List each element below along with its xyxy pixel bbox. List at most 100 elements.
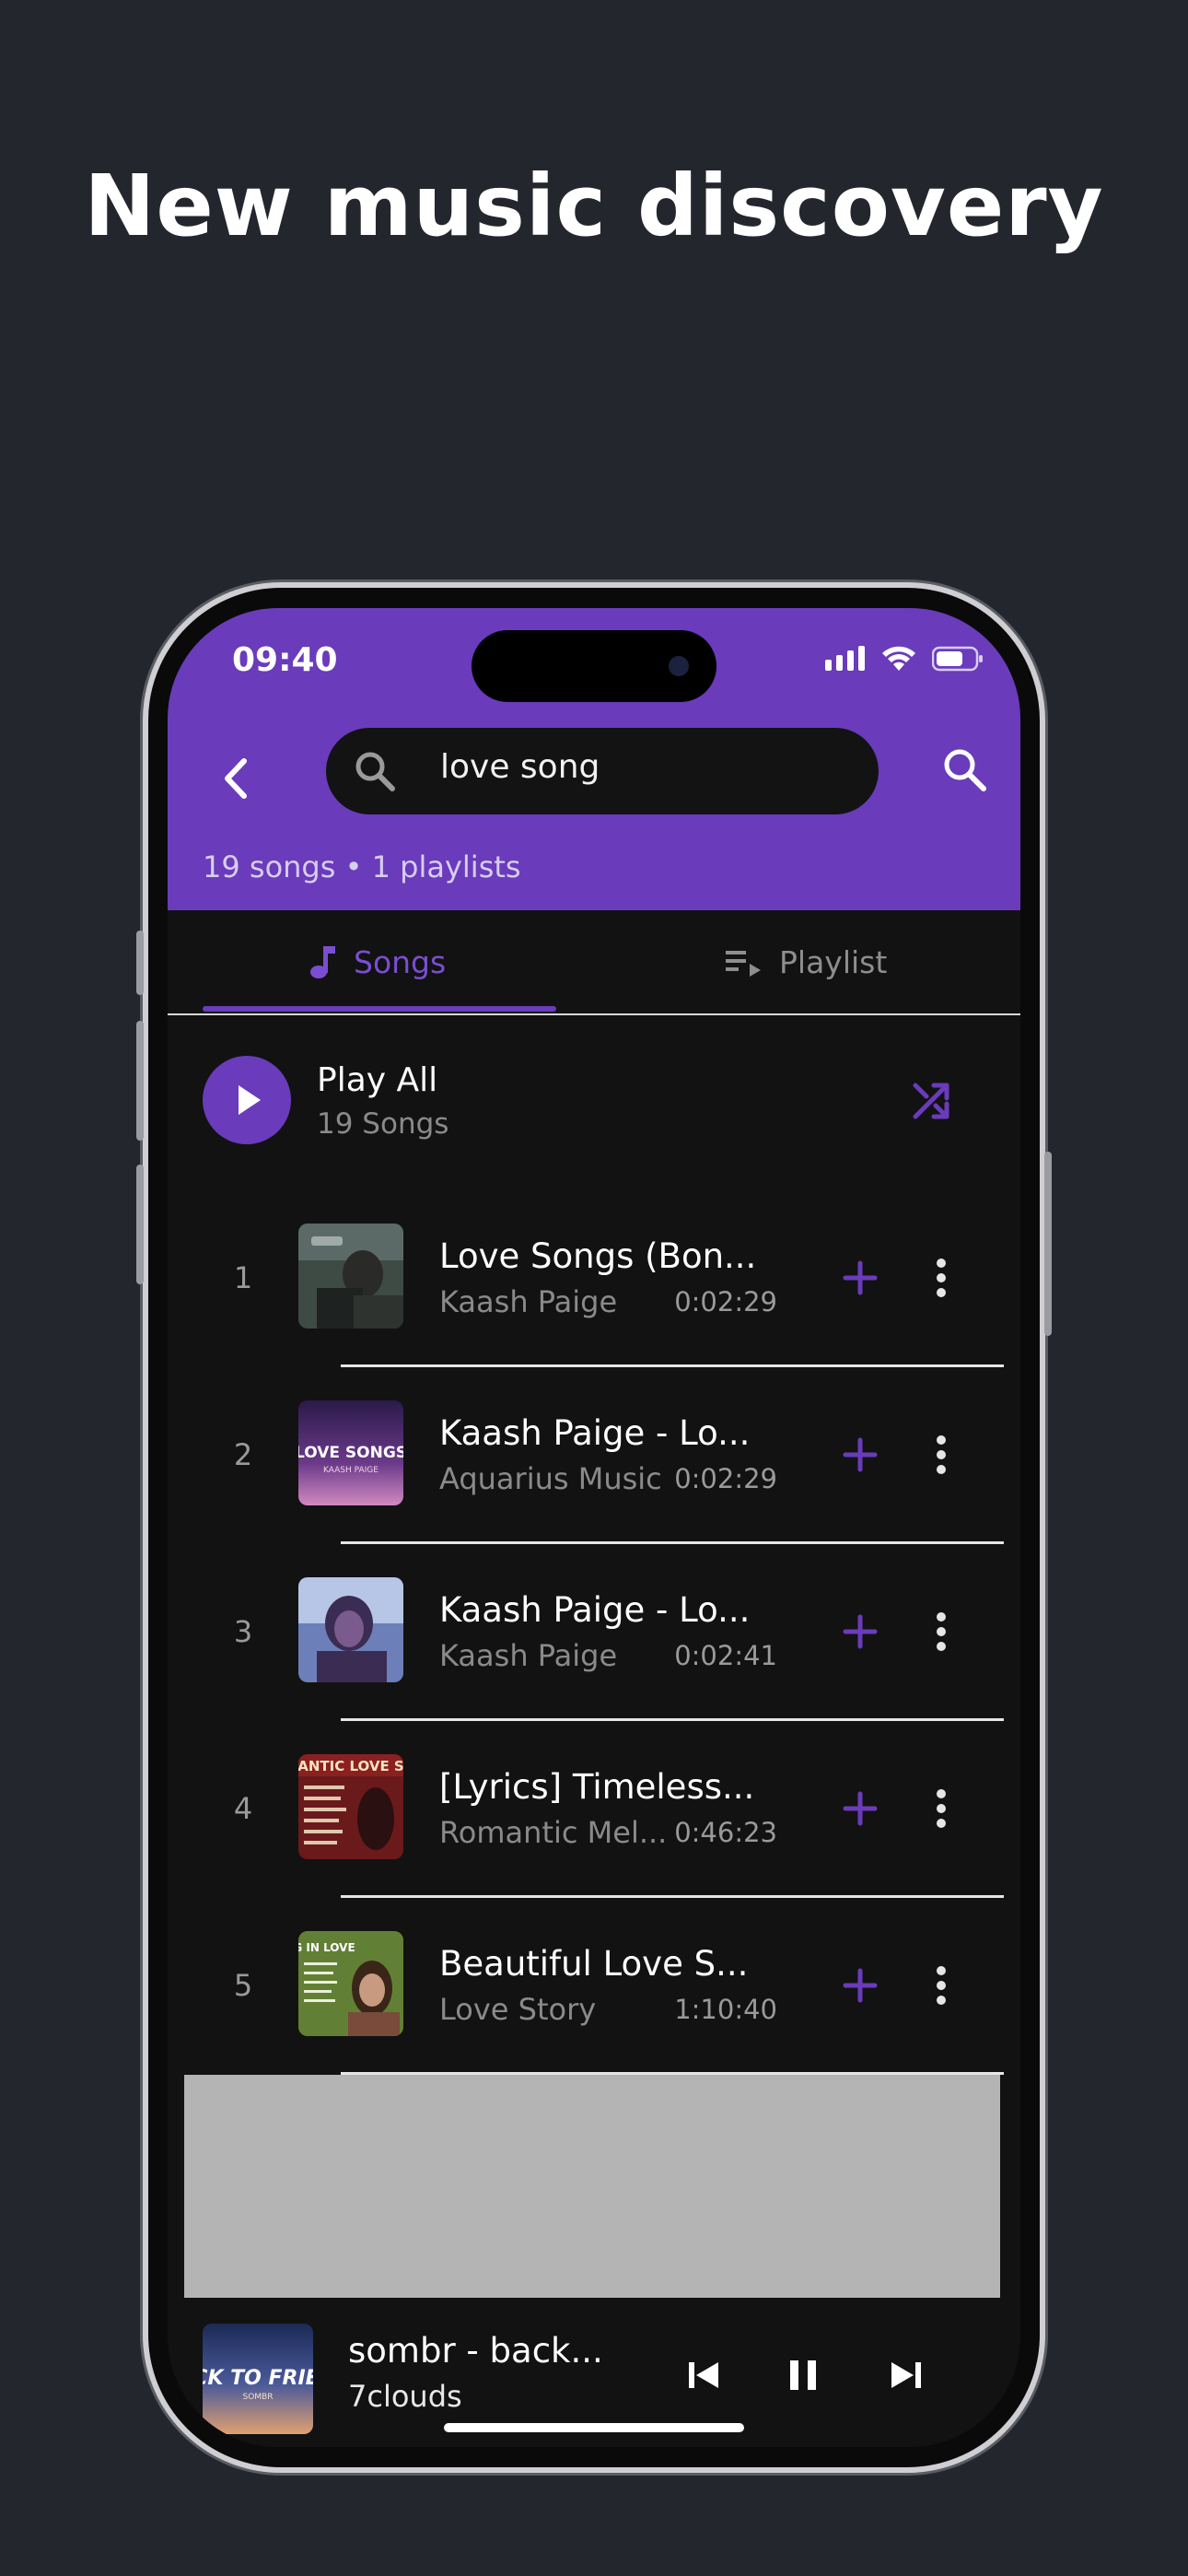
more-vertical-icon xyxy=(937,1612,946,1651)
now-playing-title: sombr - back... xyxy=(348,2331,603,2371)
side-button xyxy=(136,931,144,995)
song-artist: Romantic Mel... xyxy=(439,1815,668,1850)
song-title: Love Songs (Bon... xyxy=(439,1236,757,1276)
song-number: 1 xyxy=(233,1260,253,1295)
more-vertical-icon xyxy=(937,1966,946,2005)
song-title: Kaash Paige - Lo... xyxy=(439,1590,751,1630)
thumb-romantic: ANTIC LOVE S xyxy=(298,1758,403,1774)
song-thumbnail xyxy=(298,1224,403,1329)
add-to-playlist-button[interactable] xyxy=(840,1258,880,1302)
wifi-icon xyxy=(882,646,915,671)
pause-icon xyxy=(790,2360,816,2390)
song-number: 2 xyxy=(233,1437,253,1472)
song-thumbnail: ANTIC LOVE S xyxy=(298,1754,403,1859)
tab-indicator xyxy=(203,1006,556,1012)
plus-icon xyxy=(843,1968,878,2003)
music-note-icon xyxy=(310,946,335,978)
song-title: Beautiful Love S... xyxy=(439,1944,749,1984)
plus-icon xyxy=(843,1791,878,1826)
song-row[interactable]: 1 Love Songs (Bon... Kaash Paige 0:02:29 xyxy=(168,1190,1020,1367)
thumb-kaash-paige: KAASH PAIGE xyxy=(323,1466,379,1475)
song-title: [Lyrics] Timeless... xyxy=(439,1767,755,1807)
add-to-playlist-button[interactable] xyxy=(840,1434,880,1479)
thumb-love-songs: LOVE SONGS xyxy=(298,1444,403,1462)
add-to-playlist-button[interactable] xyxy=(840,1611,880,1656)
plus-icon xyxy=(843,1437,878,1472)
tab-bar: Songs Playlist xyxy=(168,910,1020,1015)
search-input[interactable]: love song xyxy=(326,728,879,814)
battery-icon xyxy=(932,646,983,672)
ad-placeholder[interactable] xyxy=(184,2075,1000,2298)
playlist-icon xyxy=(726,951,761,977)
song-duration: 0:02:29 xyxy=(674,1286,777,1317)
volume-up-button xyxy=(136,1021,144,1141)
shuffle-button[interactable] xyxy=(910,1078,954,1126)
add-to-playlist-button[interactable] xyxy=(840,1788,880,1832)
song-row[interactable]: 3 Kaash Paige - Lo... Kaash Paige 0:02:4… xyxy=(168,1544,1020,1721)
back-arrow-icon xyxy=(225,758,247,799)
song-title: Kaash Paige - Lo... xyxy=(439,1413,751,1453)
next-button[interactable] xyxy=(886,2357,926,2397)
song-duration: 0:02:41 xyxy=(674,1640,777,1671)
pause-button[interactable] xyxy=(785,2357,821,2397)
status-icons xyxy=(825,645,984,673)
plus-icon xyxy=(843,1614,878,1649)
more-vertical-icon xyxy=(937,1789,946,1828)
result-count: 19 songs • 1 playlists xyxy=(203,849,521,884)
song-artist: Aquarius Music xyxy=(439,1461,662,1496)
now-playing-artwork: CK TO FRIE SOMBR xyxy=(203,2324,313,2434)
song-number: 5 xyxy=(233,1968,253,2003)
song-artist: Love Story xyxy=(439,1992,597,2027)
plus-icon xyxy=(843,1260,878,1295)
signal-icon xyxy=(825,646,865,671)
search-button[interactable] xyxy=(941,746,987,796)
now-playing-artist: 7clouds xyxy=(348,2379,462,2414)
skip-previous-icon xyxy=(689,2362,718,2388)
status-time: 09:40 xyxy=(232,641,338,679)
artwork-title: CK TO FRIE xyxy=(203,2367,313,2390)
song-row[interactable]: 2 LOVE SONGS KAASH PAIGE Kaash Paige - L… xyxy=(168,1367,1020,1544)
song-number: 3 xyxy=(233,1614,253,1649)
play-all-title: Play All xyxy=(317,1061,438,1099)
play-all-row[interactable]: Play All 19 Songs xyxy=(203,1056,985,1148)
search-icon xyxy=(944,749,986,791)
back-button[interactable] xyxy=(204,746,269,811)
play-all-button[interactable] xyxy=(203,1056,291,1144)
song-artist: Kaash Paige xyxy=(439,1284,618,1319)
more-options-button[interactable] xyxy=(923,1432,960,1481)
more-options-button[interactable] xyxy=(923,1609,960,1658)
song-row[interactable]: 5 G IN LOVE Beautiful Love S... Love Sto… xyxy=(168,1898,1020,2075)
song-artist: Kaash Paige xyxy=(439,1638,618,1673)
tab-playlist[interactable]: Playlist xyxy=(726,910,887,1013)
search-query: love song xyxy=(440,748,600,786)
tab-songs[interactable]: Songs xyxy=(309,910,446,1013)
more-vertical-icon xyxy=(937,1259,946,1297)
more-options-button[interactable] xyxy=(923,1255,960,1305)
song-row[interactable]: 4 ANTIC LOVE S [Lyrics] Timeless... Roma… xyxy=(168,1721,1020,1898)
search-icon xyxy=(355,752,395,791)
play-icon xyxy=(239,1085,261,1115)
artwork-subtitle: SOMBR xyxy=(243,2393,274,2402)
more-options-button[interactable] xyxy=(923,1962,960,2012)
song-thumbnail: LOVE SONGS KAASH PAIGE xyxy=(298,1400,403,1505)
search-header: 09:40 love song 19 songs • 1 playlists xyxy=(168,608,1020,910)
song-thumbnail xyxy=(298,1577,403,1682)
add-to-playlist-button[interactable] xyxy=(840,1965,880,2009)
headline: New music discovery xyxy=(84,157,1104,255)
more-options-button[interactable] xyxy=(923,1786,960,1835)
home-indicator[interactable] xyxy=(444,2423,744,2432)
song-duration: 1:10:40 xyxy=(674,1994,777,2025)
more-vertical-icon xyxy=(937,1435,946,1474)
thumb-in-love: G IN LOVE xyxy=(298,1941,355,1954)
song-thumbnail: G IN LOVE xyxy=(298,1931,403,2036)
previous-button[interactable] xyxy=(683,2357,724,2397)
volume-down-button xyxy=(136,1165,144,1284)
song-duration: 0:02:29 xyxy=(674,1463,777,1494)
tab-songs-label: Songs xyxy=(354,943,447,980)
song-duration: 0:46:23 xyxy=(674,1817,777,1848)
shuffle-icon xyxy=(913,1083,949,1119)
play-all-count: 19 Songs xyxy=(317,1107,449,1141)
tab-playlist-label: Playlist xyxy=(779,943,888,980)
song-number: 4 xyxy=(233,1791,253,1826)
app-screen: 09:40 love song 19 songs • 1 playlists S… xyxy=(168,608,1020,2447)
